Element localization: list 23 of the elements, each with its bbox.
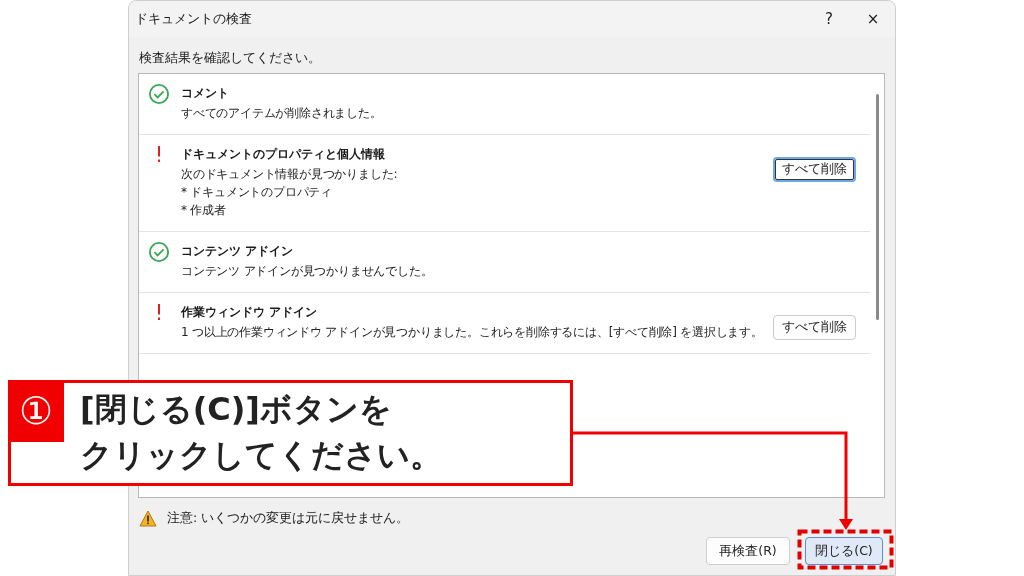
warning-icon (139, 510, 157, 527)
result-description: * 作成者 (181, 202, 227, 219)
remove-all-button[interactable]: すべて削除 (773, 315, 856, 340)
help-button[interactable]: ? (807, 5, 851, 33)
reinspect-button[interactable]: 再検査(R) (706, 537, 790, 565)
result-title: 作業ウィンドウ アドイン (181, 304, 319, 321)
result-description: 1 つ以上の作業ウィンドウ アドインが見つかりました。これらを削除するには、[すべて削除] を選択します。 (181, 324, 764, 341)
window-title: ドキュメントの検査 (135, 10, 253, 28)
close-button[interactable]: × (851, 5, 895, 33)
result-title: ドキュメントのプロパティと個人情報 (181, 146, 386, 163)
result-title: コメント (181, 85, 230, 102)
close-dialog-button[interactable]: 閉じる(C) (805, 537, 883, 565)
step-badge: ① (8, 380, 64, 442)
warning-text: 注意: いくつかの変更は元に戻せません。 (167, 510, 410, 527)
result-description: コンテンツ アドインが見つかりませんでした。 (181, 263, 434, 280)
result-description: 次のドキュメント情報が見つかりました: (181, 166, 399, 183)
result-description: * ドキュメントのプロパティ (181, 184, 333, 201)
callout-text: クリックしてください。 (80, 435, 442, 476)
callout-text: [閉じる(C)]ボタンを (80, 389, 392, 430)
remove-all-button[interactable]: すべて削除 (773, 157, 856, 182)
result-description: すべてのアイテムが削除されました。 (181, 105, 383, 122)
result-title: コンテンツ アドイン (181, 243, 295, 260)
instruction-text: 検査結果を確認してください。 (139, 50, 322, 67)
